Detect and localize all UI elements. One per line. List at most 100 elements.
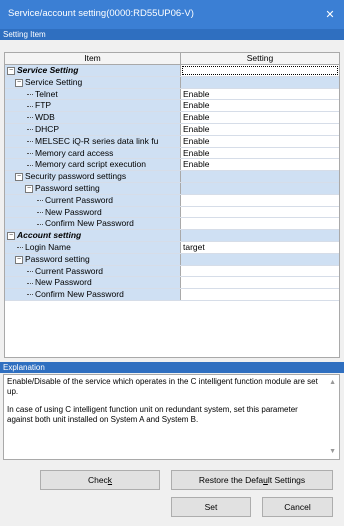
tree-leaf-ftp[interactable]: FTP bbox=[5, 100, 181, 112]
tree-node-service-setting-root[interactable]: − Service Setting bbox=[5, 65, 181, 76]
tree-leaf-dhcp[interactable]: DHCP bbox=[5, 123, 181, 135]
setting-cell bbox=[181, 230, 339, 241]
tree-connector bbox=[17, 247, 23, 249]
explanation-panel[interactable]: Enable/Disable of the service which oper… bbox=[3, 374, 340, 460]
table-row: Memory card access Enable bbox=[5, 147, 339, 160]
setting-cell-wdb[interactable]: Enable bbox=[181, 112, 339, 123]
column-header-item[interactable]: Item bbox=[5, 53, 181, 64]
setting-cell-dhcp[interactable]: Enable bbox=[181, 124, 339, 135]
check-button[interactable]: Chec k bbox=[40, 470, 160, 490]
setting-cell[interactable] bbox=[181, 65, 339, 76]
window-title: Service/account setting(0000:RD55UP06-V) bbox=[8, 8, 194, 19]
check-button-label: Chec bbox=[87, 475, 108, 485]
column-header-setting[interactable]: Setting bbox=[181, 53, 339, 64]
table-row: Current Password bbox=[5, 194, 339, 207]
tree-leaf-melsec-data-link[interactable]: MELSEC iQ-R series data link fu bbox=[5, 135, 181, 147]
tree-leaf-account-current-password[interactable]: Current Password bbox=[5, 265, 181, 277]
setting-cell-account-current-password[interactable] bbox=[181, 266, 339, 277]
setting-cell-ftp[interactable]: Enable bbox=[181, 100, 339, 111]
tree-connector bbox=[27, 129, 33, 131]
tree-connector bbox=[27, 152, 33, 154]
tree-node-service-setting[interactable]: − Service Setting bbox=[5, 76, 181, 88]
setting-cell-telnet[interactable]: Enable bbox=[181, 89, 339, 100]
tree-leaf-account-confirm-new-password[interactable]: Confirm New Password bbox=[5, 289, 181, 300]
tree-connector bbox=[37, 223, 43, 225]
title-bar: Service/account setting(0000:RD55UP06-V)… bbox=[0, 0, 344, 29]
table-row: Current Password bbox=[5, 265, 339, 278]
setting-cell bbox=[181, 253, 339, 265]
table-row: Confirm New Password bbox=[5, 289, 339, 301]
collapse-icon[interactable]: − bbox=[15, 172, 23, 181]
collapse-icon[interactable]: − bbox=[7, 66, 15, 75]
tree-leaf-telnet[interactable]: Telnet bbox=[5, 88, 181, 100]
tree-node-security-password[interactable]: − Security password settings bbox=[5, 171, 181, 182]
close-icon[interactable]: ✕ bbox=[316, 0, 344, 29]
grid-header: Item Setting bbox=[5, 53, 339, 65]
collapse-icon[interactable]: − bbox=[15, 255, 23, 264]
cancel-button[interactable]: Cancel bbox=[262, 497, 333, 517]
explanation-text-2: In case of using C intelligent function … bbox=[7, 405, 298, 424]
restore-button-label-pre: Restore the Defa bbox=[198, 475, 264, 485]
tree-leaf-wdb[interactable]: WDB bbox=[5, 112, 181, 123]
restore-defaults-button[interactable]: Restore the Defa u lt Settings bbox=[171, 470, 333, 490]
collapse-icon[interactable]: − bbox=[25, 184, 33, 193]
table-row: Confirm New Password bbox=[5, 218, 339, 231]
setting-cell-account-new-password[interactable] bbox=[181, 277, 339, 288]
setting-cell-confirm-new-password[interactable] bbox=[181, 218, 339, 229]
tree-connector bbox=[37, 211, 43, 213]
setting-cell-account-confirm-new-password[interactable] bbox=[181, 289, 339, 300]
table-row: Telnet Enable bbox=[5, 88, 339, 101]
collapse-icon[interactable]: − bbox=[15, 78, 23, 87]
table-row: − Password setting bbox=[5, 253, 339, 266]
table-row: MELSEC iQ-R series data link fu Enable bbox=[5, 135, 339, 148]
setting-cell-current-password[interactable] bbox=[181, 195, 339, 206]
tree-leaf-login-name[interactable]: Login Name bbox=[5, 241, 181, 253]
tree-connector bbox=[27, 164, 33, 166]
table-row: − Service Setting bbox=[5, 65, 339, 77]
table-row: FTP Enable bbox=[5, 100, 339, 113]
settings-grid: Item Setting − Service Setting − Service S… bbox=[4, 52, 340, 358]
collapse-icon[interactable]: − bbox=[7, 231, 15, 240]
setting-cell bbox=[181, 76, 339, 88]
restore-button-label-post: lt Settings bbox=[267, 475, 306, 485]
set-button[interactable]: Set bbox=[171, 497, 251, 517]
setting-cell-new-password[interactable] bbox=[181, 207, 339, 218]
tree-connector bbox=[27, 117, 33, 119]
tree-leaf-memory-card-access[interactable]: Memory card access bbox=[5, 147, 181, 159]
explanation-header: Explanation bbox=[0, 362, 344, 373]
tree-connector bbox=[27, 105, 33, 107]
tree-connector bbox=[27, 282, 33, 284]
tree-leaf-memory-card-script[interactable]: Memory card script execution bbox=[5, 159, 181, 171]
table-row: − Service Setting bbox=[5, 76, 339, 89]
table-row: Login Name target bbox=[5, 241, 339, 254]
tree-connector bbox=[27, 141, 33, 143]
tree-connector bbox=[37, 200, 43, 202]
scroll-down-icon[interactable]: ▼ bbox=[329, 447, 336, 457]
setting-cell-memory-card-script[interactable]: Enable bbox=[181, 159, 339, 170]
tree-node-account-setting[interactable]: − Account setting bbox=[5, 230, 181, 241]
table-row: − Password setting bbox=[5, 182, 339, 195]
tree-leaf-confirm-new-password[interactable]: Confirm New Password bbox=[5, 218, 181, 230]
tree-connector bbox=[27, 93, 33, 95]
table-row: WDB Enable bbox=[5, 112, 339, 124]
setting-cell bbox=[181, 171, 339, 182]
setting-cell bbox=[181, 182, 339, 194]
check-button-accelerator: k bbox=[107, 475, 113, 485]
explanation-text-1: Enable/Disable of the service which oper… bbox=[7, 377, 318, 396]
table-row: Memory card script execution Enable bbox=[5, 159, 339, 172]
setting-cell-melsec-data-link[interactable]: Enable bbox=[181, 136, 339, 147]
table-row: − Security password settings bbox=[5, 171, 339, 183]
tree-leaf-new-password[interactable]: New Password bbox=[5, 206, 181, 218]
setting-item-header: Setting Item bbox=[0, 29, 344, 40]
tree-leaf-current-password[interactable]: Current Password bbox=[5, 194, 181, 206]
scroll-up-icon[interactable]: ▲ bbox=[329, 378, 336, 388]
tree-connector bbox=[27, 270, 33, 272]
table-row: − Account setting bbox=[5, 230, 339, 242]
tree-node-password-setting[interactable]: − Password setting bbox=[5, 182, 181, 194]
setting-cell-memory-card-access[interactable]: Enable bbox=[181, 148, 339, 159]
table-row: New Password bbox=[5, 277, 339, 290]
setting-cell-login-name[interactable]: target bbox=[181, 242, 339, 253]
grid-empty-area bbox=[5, 300, 339, 357]
tree-leaf-account-new-password[interactable]: New Password bbox=[5, 277, 181, 289]
tree-node-account-password-setting[interactable]: − Password setting bbox=[5, 253, 181, 265]
